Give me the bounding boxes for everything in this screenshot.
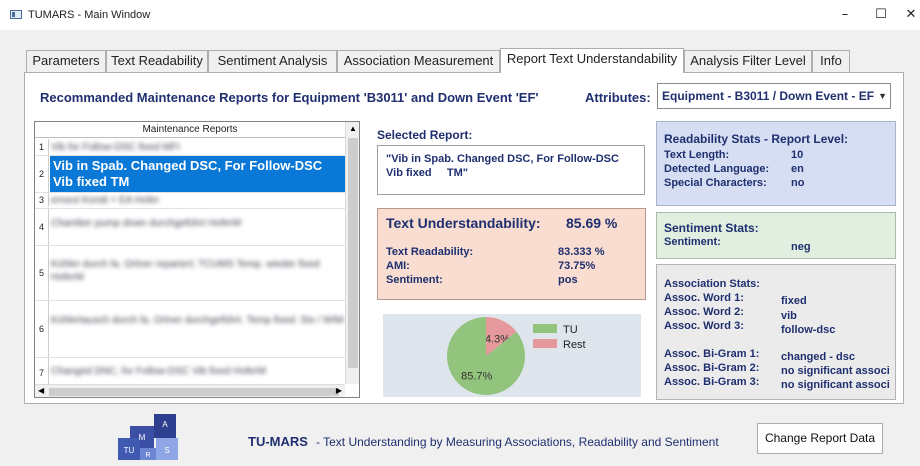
sentiment-stats-value: neg	[791, 241, 811, 253]
assoc-bigram-1-label: Assoc. Bi-Gram 1:	[664, 348, 760, 360]
ami-label: AMI:	[386, 260, 410, 272]
pie-chart-svg: 14.3%85.7%TURest	[447, 317, 586, 395]
list-item[interactable]: Kühlertausch durch fa. Ortner durchgefüh…	[51, 314, 345, 342]
assoc-bigram-3-label: Assoc. Bi-Gram 3:	[664, 376, 760, 388]
report-understandability-panel: Recommanded Maintenance Reports for Equi…	[24, 72, 904, 404]
logo-letters-tu: TU	[124, 446, 135, 455]
logo-letter-r: R	[145, 452, 150, 459]
assoc-word-2-label: Assoc. Word 2:	[664, 306, 744, 318]
list-item-selected[interactable]: Vib in Spab. Changed DSC, For Follow-DSC…	[50, 156, 345, 192]
sentiment-stats-title: Sentiment Stats:	[664, 221, 759, 235]
assoc-word-1-value: fixed	[781, 295, 807, 307]
scroll-left-icon[interactable]: ◀	[38, 386, 44, 395]
assoc-word-3-label: Assoc. Word 3:	[664, 320, 744, 332]
maintenance-reports-list[interactable]: Maintenance Reports 1 Vib for Follow-DSC…	[34, 121, 360, 398]
assoc-bigram-2-value: no significant associ	[781, 365, 890, 377]
legend-swatch-rest	[533, 339, 557, 348]
text-length-value: 10	[791, 149, 804, 161]
change-report-data-button[interactable]: Change Report Data	[757, 423, 883, 454]
special-characters-value: no	[791, 177, 805, 189]
text-readability-label: Text Readability:	[386, 246, 474, 258]
row-number: 7	[35, 358, 49, 384]
scroll-thumb[interactable]	[348, 138, 358, 368]
tab-parameters[interactable]: Parameters	[26, 50, 106, 72]
row-number: 2	[35, 156, 49, 192]
footer-description: - Text Understanding by Measuring Associ…	[316, 435, 719, 449]
sentiment-stats-label: Sentiment:	[664, 236, 721, 248]
tab-association-measurement[interactable]: Association Measurement	[337, 50, 500, 72]
assoc-bigram-1-value: changed - dsc	[781, 351, 855, 363]
footer-brand: TU-MARS	[248, 434, 308, 449]
list-item[interactable]: Vib for Follow-DSC fixed MFI	[51, 141, 345, 154]
scroll-right-icon[interactable]: ▶	[336, 386, 342, 395]
assoc-bigram-2-label: Assoc. Bi-Gram 2:	[664, 362, 760, 374]
understandability-pie-chart: 14.3% 85.7% TU Rest	[383, 314, 641, 397]
association-stats-title: Association Stats:	[664, 278, 760, 290]
tab-sentiment-analysis[interactable]: Sentiment Analysis	[208, 50, 337, 72]
assoc-bigram-3-value: no significant associ	[781, 379, 890, 391]
maximize-button[interactable]: ☐	[866, 4, 896, 26]
chevron-down-icon: ▼	[878, 91, 887, 101]
vertical-scrollbar[interactable]: ▲	[345, 122, 359, 384]
window-title: TUMARS - Main Window	[28, 9, 151, 21]
text-length-label: Text Length:	[664, 149, 730, 161]
sentiment-stats-box: Sentiment Stats: Sentiment: neg	[656, 212, 896, 259]
tumars-logo: M A TU R S	[118, 414, 178, 460]
pie-value-label-tu: 85.7%	[461, 370, 492, 382]
row-number: 4	[35, 209, 49, 245]
understandability-value: 85.69 %	[566, 215, 618, 231]
association-stats-box: Association Stats: Assoc. Word 1: fixed …	[656, 264, 896, 400]
sentiment-label: Sentiment:	[386, 274, 443, 286]
tab-report-text-understandability[interactable]: Report Text Understandability	[500, 48, 684, 73]
attributes-label: Attributes:	[585, 90, 651, 105]
selected-report-text: "Vib in Spab. Changed DSC, For Follow-DS…	[377, 145, 645, 195]
row-number: 3	[35, 193, 49, 207]
row-number: 6	[35, 301, 49, 357]
ami-value: 73.75%	[558, 260, 596, 272]
attributes-select[interactable]: Equipment - B3011 / Down Event - EF ▼	[657, 83, 891, 109]
assoc-word-2-value: vib	[781, 310, 797, 322]
selected-report-label: Selected Report:	[377, 128, 473, 142]
tab-info[interactable]: Info	[812, 50, 850, 72]
readability-stats-box: Readability Stats - Report Level: Text L…	[656, 121, 896, 206]
text-understandability-box: Text Understandability: 85.69 % Text Rea…	[377, 208, 646, 300]
list-item[interactable]: Chamber pump down durchgeführt HoferM	[51, 217, 345, 231]
legend-label-tu: TU	[563, 324, 578, 336]
close-button[interactable]: ✕	[896, 4, 920, 26]
page-heading: Recommanded Maintenance Reports for Equi…	[40, 90, 539, 105]
scroll-thumb-horizontal[interactable]	[49, 388, 339, 396]
sentiment-value: pos	[558, 274, 578, 286]
readability-stats-title: Readability Stats - Report Level:	[664, 132, 849, 146]
detected-language-label: Detected Language:	[664, 163, 770, 175]
title-bar: TUMARS - Main Window – ☐ ✕	[0, 0, 920, 30]
special-characters-label: Special Characters:	[664, 177, 767, 189]
horizontal-scrollbar[interactable]: ◀ ▶	[35, 384, 345, 397]
legend-label-rest: Rest	[563, 339, 586, 351]
list-item[interactable]: erneut Kondi + EA Hofer	[51, 194, 345, 207]
legend-swatch-tu	[533, 324, 557, 333]
logo-letter-s: S	[164, 446, 169, 455]
tab-analysis-filter-level[interactable]: Analysis Filter Level	[684, 50, 812, 72]
row-number: 5	[35, 246, 49, 300]
understandability-title: Text Understandability:	[386, 215, 541, 231]
minimize-button[interactable]: –	[830, 4, 860, 26]
attributes-select-value: Equipment - B3011 / Down Event - EF	[662, 89, 875, 103]
scroll-up-icon[interactable]: ▲	[349, 124, 357, 133]
row-number: 1	[35, 139, 49, 155]
list-item[interactable]: Changed DNC, for Follow-DSC Vib fixed Ho…	[51, 365, 345, 379]
list-header: Maintenance Reports	[35, 122, 345, 138]
list-item[interactable]: Kühler durch fa. Ortner repariert; TCUMS…	[51, 258, 345, 286]
logo-letter-m: M	[139, 433, 146, 442]
tab-text-readability[interactable]: Text Readability	[106, 50, 208, 72]
detected-language-value: en	[791, 163, 804, 175]
assoc-word-3-value: follow-dsc	[781, 324, 836, 336]
app-icon	[10, 10, 22, 19]
text-readability-value: 83.333 %	[558, 246, 605, 258]
logo-letter-a: A	[162, 420, 168, 429]
assoc-word-1-label: Assoc. Word 1:	[664, 292, 744, 304]
